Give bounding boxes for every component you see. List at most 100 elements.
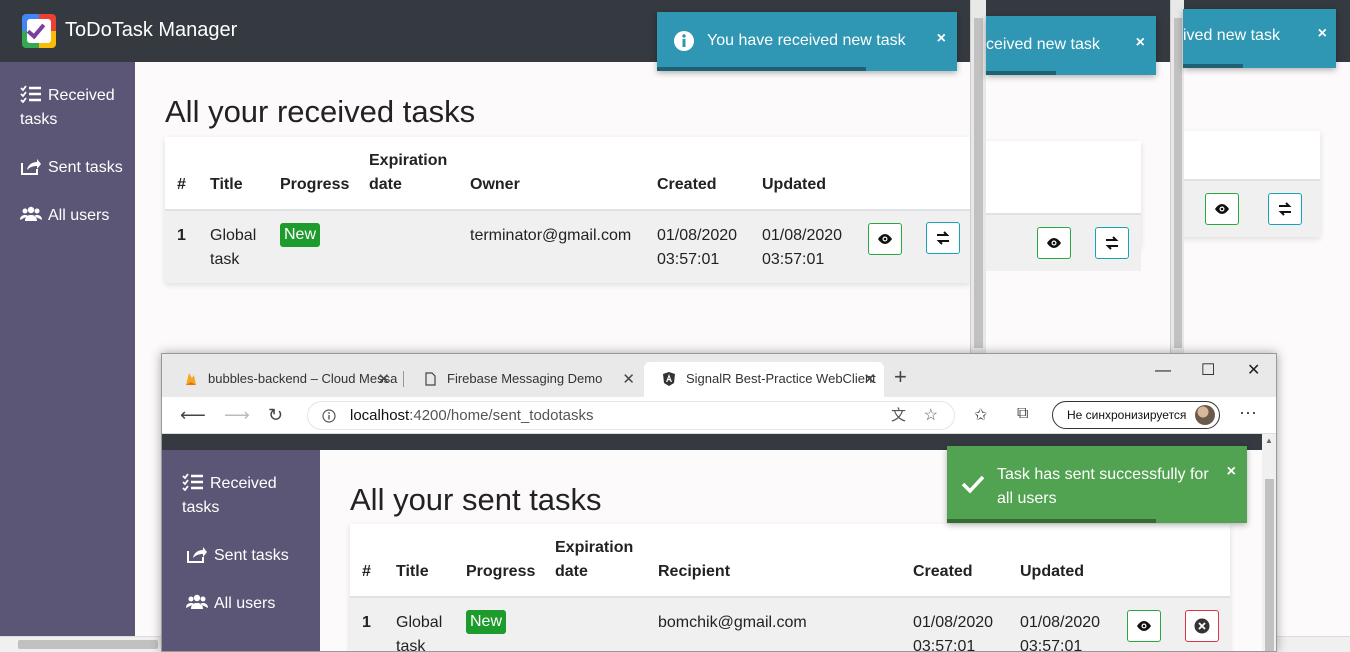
address-bar: ⟵ ⟶ ↻ localhost:4200/home/sent_todotasks… (162, 397, 1276, 434)
new-tab-button[interactable]: + (894, 364, 907, 390)
page-icon (425, 372, 436, 386)
tab-strip: bubbles-backend – Cloud Messa ✕ Firebase… (162, 354, 1276, 397)
window-3-table (1170, 131, 1320, 237)
toast-received-2[interactable]: ceived new task × (986, 16, 1156, 75)
received-tasks-table: # Title Progress Expiration date Owner C… (165, 137, 970, 283)
col-header-title: Title (210, 176, 243, 193)
app-logo-icon (22, 14, 56, 48)
profile-sync-button[interactable]: Не синхронизируется (1052, 401, 1220, 429)
col-header-created: Created (657, 176, 717, 193)
row-num: 1 (177, 227, 186, 244)
page-scrollbar[interactable]: ▲ (1262, 434, 1276, 651)
sidebar-item-received[interactable]: Received tasks (182, 472, 312, 520)
more-icon[interactable]: ⋯ (1239, 403, 1257, 424)
col-header-updated: Updated (1020, 563, 1084, 580)
sidebar-item-sent[interactable]: Sent tasks (186, 544, 289, 568)
eye-icon (878, 234, 892, 244)
row-title: Global task (396, 614, 443, 652)
browser-window: bubbles-backend – Cloud Messa ✕ Firebase… (161, 353, 1277, 652)
list-check-icon (182, 473, 203, 491)
tab-bubbles-backend[interactable]: bubbles-backend – Cloud Messa ✕ (166, 362, 398, 397)
col-header-recipient: Recipient (658, 563, 731, 580)
col-header-title: Title (396, 563, 429, 580)
close-icon[interactable]: × (1227, 463, 1236, 481)
tab-signalr-client[interactable]: SignalR Best-Practice WebClient ✕ (644, 362, 884, 397)
app-brand[interactable]: ToDoTask Manager (65, 19, 237, 42)
users-icon (186, 594, 208, 609)
toast-received[interactable]: You have received new task × (657, 12, 957, 71)
forward-button[interactable] (1268, 193, 1302, 225)
forward-task-button[interactable] (926, 222, 960, 254)
window-3-scrollbar[interactable] (1170, 0, 1184, 360)
back-icon[interactable]: ⟵ (180, 405, 206, 426)
collections-icon[interactable]: ⧉ (1017, 405, 1028, 423)
sidebar-item-sent[interactable]: Sent tasks (20, 156, 123, 180)
sidebar: Received tasks Sent tasks All users (0, 62, 135, 640)
view-task-button[interactable] (868, 223, 902, 255)
firebase-icon (186, 373, 196, 385)
status-badge: New (280, 223, 321, 247)
toast-message: You have received new task (707, 32, 906, 49)
sent-tasks-table: # Title Progress Expiration date Recipie… (350, 524, 1230, 652)
col-header-created: Created (913, 563, 973, 580)
favorites-icon[interactable]: ✩ (974, 405, 987, 425)
star-icon[interactable]: ☆ (924, 402, 938, 429)
close-icon[interactable]: × (1318, 25, 1327, 43)
view-button[interactable] (1205, 193, 1239, 225)
background-scrollbar[interactable] (970, 0, 986, 360)
window-2-table (970, 141, 1141, 271)
url-input[interactable]: localhost:4200/home/sent_todotasks 文 ☆ (307, 401, 955, 430)
status-badge: New (466, 610, 507, 634)
cancel-task-button[interactable] (1185, 610, 1219, 642)
sidebar-item-received[interactable]: Received tasks (20, 84, 130, 132)
check-icon (961, 475, 985, 494)
view-button[interactable] (1037, 227, 1071, 259)
users-icon (20, 206, 42, 221)
col-header-num: # (362, 563, 371, 580)
close-icon[interactable]: ✕ (622, 370, 635, 388)
forward-button[interactable] (1095, 227, 1129, 259)
exchange-icon (936, 231, 950, 245)
close-window-button[interactable]: ✕ (1247, 360, 1260, 380)
close-icon[interactable]: ✕ (377, 370, 390, 388)
translate-icon[interactable]: 文 (891, 402, 906, 429)
col-header-progress: Progress (280, 176, 350, 193)
tab-firebase-demo[interactable]: Firebase Messaging Demo ✕ (405, 362, 643, 397)
cancel-circle-icon (1194, 618, 1210, 634)
row-owner: terminator@gmail.com (470, 227, 632, 244)
forward-icon[interactable]: ⟶ (224, 405, 250, 426)
toast-sent-success[interactable]: Task has sent successfully for all users… (947, 446, 1247, 523)
row-created: 01/08/2020 03:57:01 (913, 614, 994, 652)
row-updated: 01/08/2020 03:57:01 (762, 227, 843, 268)
close-icon[interactable]: × (1136, 34, 1145, 52)
col-header-expiration: Expiration date (555, 539, 634, 580)
share-icon (187, 547, 207, 563)
row-recipient: bomchik@gmail.com (658, 614, 807, 631)
sidebar: Received tasks Sent tasks All users (162, 450, 320, 651)
info-circle-icon (322, 409, 336, 423)
col-header-owner: Owner (470, 176, 520, 193)
share-icon (21, 159, 41, 175)
refresh-icon[interactable]: ↻ (268, 405, 283, 426)
col-header-expiration: Expiration date (369, 152, 448, 193)
sidebar-item-users[interactable]: All users (20, 204, 109, 228)
close-icon[interactable]: × (937, 30, 946, 48)
minimize-button[interactable]: — (1155, 362, 1171, 380)
view-task-button[interactable] (1127, 610, 1161, 642)
sidebar-item-users[interactable]: All users (186, 592, 275, 616)
eye-icon (1137, 621, 1151, 631)
info-icon (674, 31, 694, 51)
col-header-progress: Progress (466, 563, 536, 580)
row-created: 01/08/2020 03:57:01 (657, 227, 738, 268)
row-updated: 01/08/2020 03:57:01 (1020, 614, 1101, 652)
maximize-button[interactable]: ☐ (1201, 360, 1215, 380)
page-title: All your received tasks (165, 94, 476, 129)
toast-received-3[interactable]: ived new task × (1183, 9, 1336, 68)
avatar (1195, 405, 1215, 425)
close-icon[interactable]: ✕ (863, 370, 876, 388)
page-title: All your sent tasks (350, 482, 602, 517)
col-header-updated: Updated (762, 176, 826, 193)
list-check-icon (20, 85, 41, 103)
toast-message: Task has sent successfully for all users (997, 466, 1209, 507)
row-title: Global task (210, 227, 257, 268)
